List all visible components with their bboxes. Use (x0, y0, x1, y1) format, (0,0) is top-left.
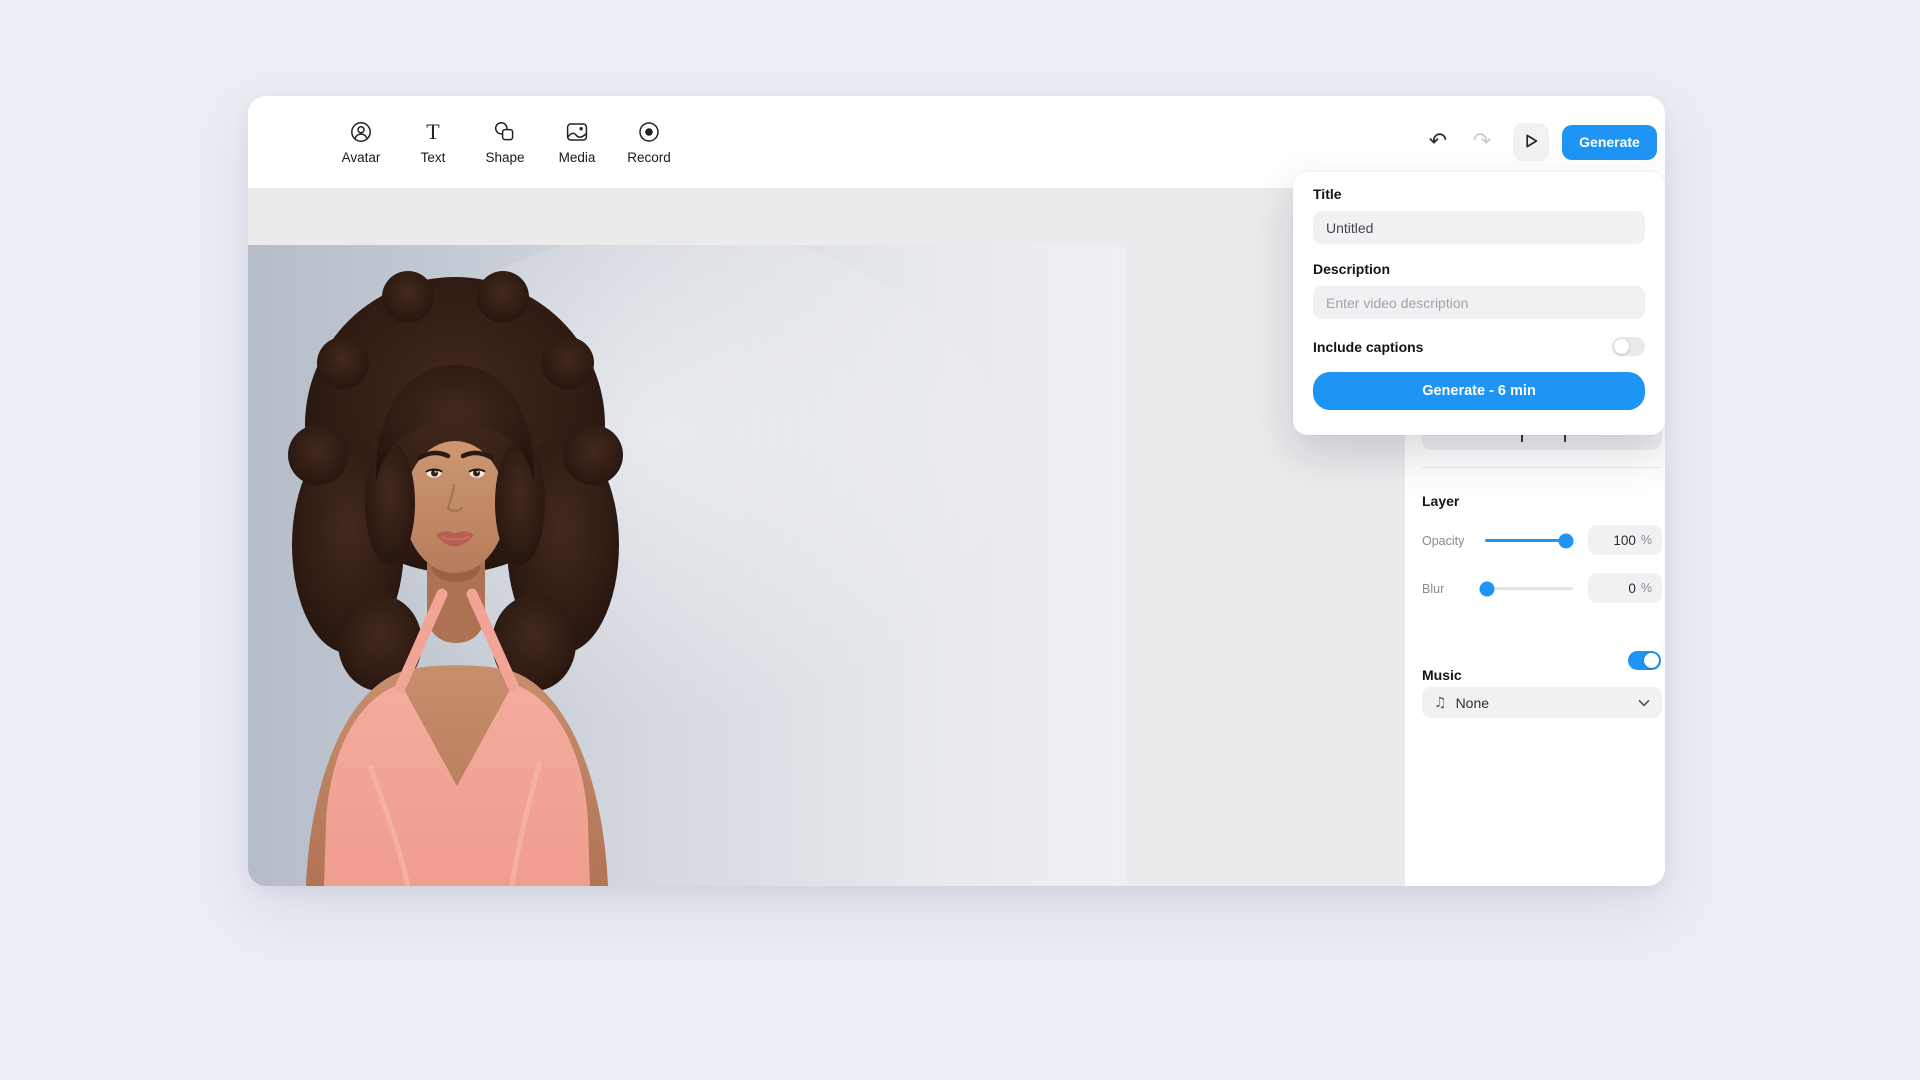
captions-toggle[interactable] (1612, 337, 1645, 356)
generate-button[interactable]: Generate (1562, 124, 1657, 160)
layer-section-heading: Layer (1422, 493, 1460, 509)
tool-avatar[interactable]: Avatar (332, 120, 390, 165)
generate-popover: Title Description Include captions Gener… (1293, 172, 1665, 435)
obscured-text-fragment (1564, 434, 1566, 442)
tool-media-label: Media (558, 149, 596, 165)
chevron-down-icon (1638, 699, 1650, 707)
text-icon: T (421, 120, 445, 144)
opacity-value: 100 (1613, 532, 1636, 548)
tool-media[interactable]: Media (548, 120, 606, 165)
tool-shape-label: Shape (485, 149, 525, 165)
redo-icon: ↷ (1472, 129, 1492, 154)
opacity-label: Opacity (1422, 534, 1465, 548)
sidebar-divider (1422, 467, 1662, 468)
blur-slider-knob[interactable] (1479, 581, 1495, 596)
tool-record-label: Record (627, 149, 671, 165)
presenter-avatar-illustration (248, 245, 1127, 886)
music-toggle-knob (1644, 653, 1659, 668)
avatar-video-frame[interactable] (248, 245, 1127, 886)
opacity-slider[interactable] (1485, 533, 1574, 548)
tool-text[interactable]: T Text (404, 120, 462, 165)
play-preview-button[interactable] (1513, 123, 1549, 161)
blur-value: 0 (1628, 580, 1636, 596)
shape-icon (493, 120, 517, 144)
music-section-heading: Music (1422, 667, 1462, 683)
app-window: Avatar T Text Shape Media Record ↶ ↷ Gen… (248, 96, 1665, 886)
music-toggle[interactable] (1628, 651, 1661, 670)
captions-row: Include captions (1313, 337, 1645, 356)
music-selected-value: None (1455, 694, 1490, 711)
obscured-text-fragment (1521, 434, 1523, 442)
blur-label: Blur (1422, 582, 1445, 596)
tool-shape[interactable]: Shape (476, 120, 534, 165)
avatar-icon (349, 120, 373, 144)
undo-button[interactable]: ↶ (1423, 124, 1453, 160)
editor-canvas[interactable] (248, 188, 1405, 886)
toolbar-tools: Avatar T Text Shape Media Record (332, 96, 678, 188)
description-input[interactable] (1313, 286, 1645, 319)
blur-slider[interactable] (1479, 581, 1573, 596)
description-label: Description (1313, 261, 1391, 277)
opacity-slider-knob[interactable] (1558, 533, 1574, 548)
music-note-icon: ♫ (1434, 694, 1447, 711)
tool-text-label: Text (420, 149, 446, 165)
tool-record[interactable]: Record (620, 120, 678, 165)
tool-avatar-label: Avatar (341, 149, 381, 165)
title-input[interactable] (1313, 211, 1645, 244)
opacity-value-box[interactable]: 100 % (1588, 525, 1662, 555)
play-icon (1521, 131, 1541, 154)
title-label: Title (1313, 186, 1342, 202)
record-icon (637, 120, 661, 144)
media-icon (565, 120, 589, 144)
captions-label: Include captions (1313, 338, 1424, 355)
redo-button[interactable]: ↷ (1467, 124, 1497, 160)
svg-text:T: T (426, 120, 440, 144)
generate-cta-button[interactable]: Generate - 6 min (1313, 372, 1645, 410)
music-dropdown[interactable]: ♫ None (1422, 687, 1662, 718)
blur-unit: % (1640, 581, 1652, 595)
opacity-unit: % (1640, 533, 1652, 547)
blur-value-box[interactable]: 0 % (1588, 573, 1662, 603)
captions-toggle-knob (1614, 339, 1629, 354)
undo-icon: ↶ (1428, 129, 1448, 154)
